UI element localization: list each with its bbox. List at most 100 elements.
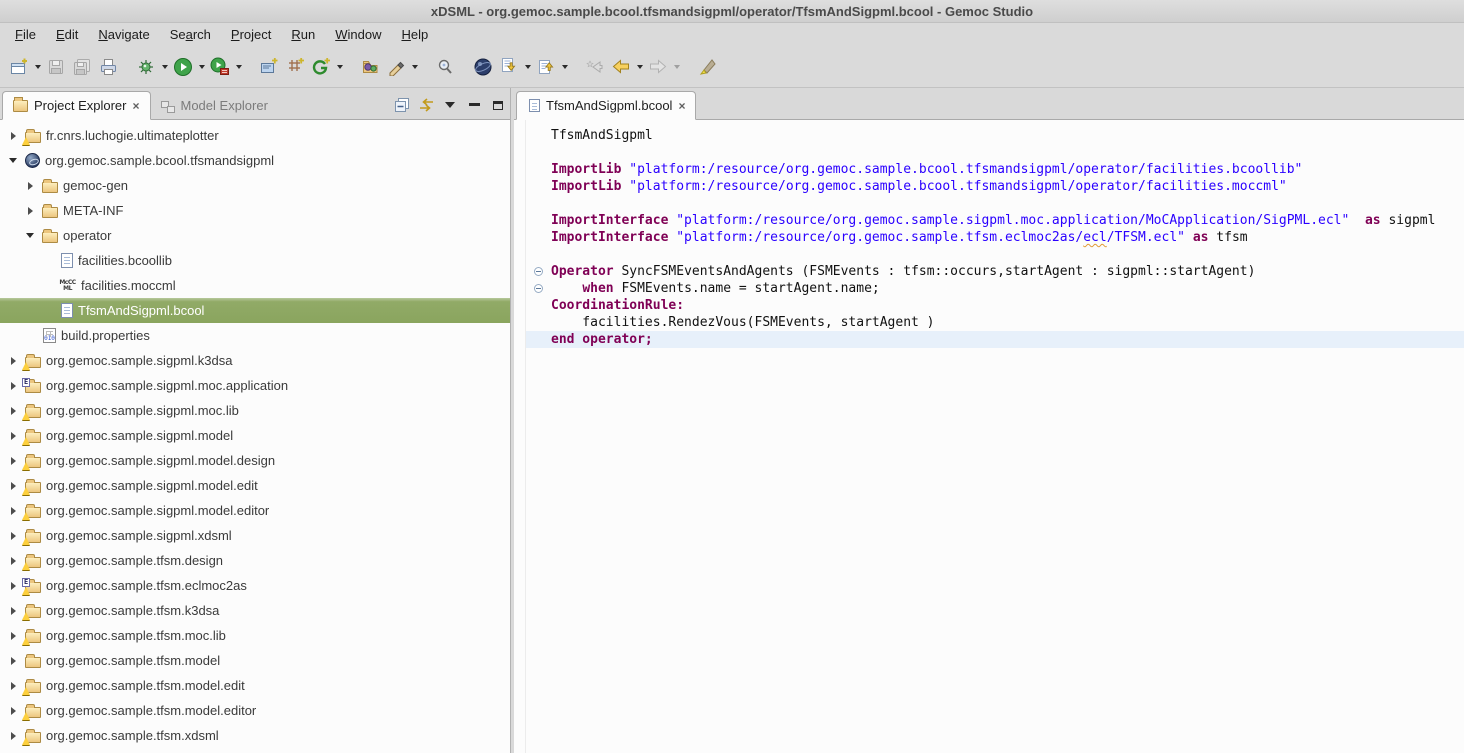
print-button[interactable] — [95, 54, 121, 80]
new-metamodel-grid-button[interactable] — [282, 54, 308, 80]
menu-edit[interactable]: Edit — [47, 25, 87, 44]
minimize-view-button[interactable] — [462, 91, 486, 119]
tree-item[interactable]: org.gemoc.sample.tfsm.moc.lib — [0, 623, 510, 648]
run-button[interactable] — [170, 54, 196, 80]
save-all-button[interactable] — [69, 54, 95, 80]
tree-item[interactable]: org.gemoc.sample.tfsm.model.editor — [0, 698, 510, 723]
fold-collapse-icon[interactable] — [534, 284, 543, 293]
tree-item[interactable]: org.gemoc.sample.sigpml.model.design — [0, 448, 510, 473]
tree-item[interactable]: org.gemoc.sample.sigpml.xdsml — [0, 523, 510, 548]
menu-search[interactable]: Search — [161, 25, 220, 44]
tab-model-explorer[interactable]: Model Explorer — [151, 91, 278, 120]
maximize-view-button[interactable] — [486, 91, 510, 119]
menu-help[interactable]: Help — [392, 25, 437, 44]
forward-button[interactable] — [645, 54, 671, 80]
tree-item[interactable]: org.gemoc.sample.tfsm.xdsml — [0, 723, 510, 748]
save-button[interactable] — [43, 54, 69, 80]
forward-dropdown[interactable] — [671, 54, 682, 80]
expander-collapsed-icon[interactable] — [6, 354, 20, 368]
expander-collapsed-icon[interactable] — [6, 129, 20, 143]
tree-item[interactable]: org.gemoc.sample.sigpml.k3dsa — [0, 348, 510, 373]
next-annotation-button[interactable] — [496, 54, 522, 80]
run-configurations-button[interactable] — [207, 54, 233, 80]
run-dropdown[interactable] — [196, 54, 207, 80]
tree-item[interactable]: org.gemoc.sample.sigpml.model — [0, 423, 510, 448]
previous-annotation-dropdown[interactable] — [559, 54, 570, 80]
menu-project[interactable]: Project — [222, 25, 280, 44]
expander-collapsed-icon[interactable] — [6, 704, 20, 718]
tree-item[interactable]: org.gemoc.sample.sigpml.moc.lib — [0, 398, 510, 423]
expander-collapsed-icon[interactable] — [6, 729, 20, 743]
back-dropdown[interactable] — [634, 54, 645, 80]
expander-collapsed-icon[interactable] — [23, 179, 37, 193]
tree-item[interactable]: build.properties — [0, 323, 510, 348]
back-button[interactable] — [608, 54, 634, 80]
tab-project-explorer[interactable]: Project Explorer × — [2, 91, 151, 120]
expander-collapsed-icon[interactable] — [6, 629, 20, 643]
expander-collapsed-icon[interactable] — [6, 504, 20, 518]
tree-item[interactable]: facilities.bcoollib — [0, 248, 510, 273]
expander-collapsed-icon[interactable] — [6, 404, 20, 418]
tree-item[interactable]: org.gemoc.sample.sigpml.model.edit — [0, 473, 510, 498]
expander-collapsed-icon[interactable] — [6, 429, 20, 443]
menu-window[interactable]: Window — [326, 25, 390, 44]
new-gemoc-language-button[interactable] — [308, 54, 334, 80]
expander-expanded-icon[interactable] — [6, 154, 20, 168]
tree-item[interactable]: org.gemoc.sample.sigpml.moc.application — [0, 373, 510, 398]
tree-item[interactable]: facilities.moccml — [0, 273, 510, 298]
web-browser-button[interactable] — [470, 54, 496, 80]
brush-annotate-button[interactable] — [383, 54, 409, 80]
new-gemoc-language-dropdown[interactable] — [334, 54, 345, 80]
tree-item[interactable]: org.gemoc.sample.tfsm.design — [0, 548, 510, 573]
tree-item[interactable]: org.gemoc.sample.tfsm.k3dsa — [0, 598, 510, 623]
close-tab-icon[interactable]: × — [678, 99, 685, 113]
expander-collapsed-icon[interactable] — [6, 679, 20, 693]
expander-collapsed-icon[interactable] — [6, 529, 20, 543]
view-menu-button[interactable] — [438, 91, 462, 119]
tree-item[interactable]: org.gemoc.sample.tfsm.eclmoc2as — [0, 573, 510, 598]
tree-item[interactable]: META-INF — [0, 198, 510, 223]
mark-occurrences-highlighter-icon — [698, 57, 717, 76]
expander-collapsed-icon[interactable] — [6, 454, 20, 468]
debug-button[interactable] — [133, 54, 159, 80]
next-annotation-dropdown[interactable] — [522, 54, 533, 80]
tree-item[interactable]: fr.cnrs.luchogie.ultimateplotter — [0, 123, 510, 148]
open-resource-button[interactable] — [357, 54, 383, 80]
mark-occurrences-button[interactable] — [694, 54, 720, 80]
menu-run[interactable]: Run — [282, 25, 324, 44]
tree-item-selected[interactable]: TfsmAndSigpml.bcool — [0, 298, 510, 323]
new-xdsml-project-button[interactable] — [256, 54, 282, 80]
link-with-editor-button[interactable] — [414, 91, 438, 119]
tree-item[interactable]: org.gemoc.sample.tfsm.model — [0, 648, 510, 673]
new-wizard-dropdown[interactable] — [32, 54, 43, 80]
collapse-all-button[interactable] — [390, 91, 414, 119]
last-edit-location-button[interactable] — [582, 54, 608, 80]
close-tab-icon[interactable]: × — [132, 99, 139, 113]
menu-navigate[interactable]: Navigate — [89, 25, 158, 44]
tree-item[interactable]: org.gemoc.sample.tfsm.model.edit — [0, 673, 510, 698]
tree-item[interactable]: org.gemoc.sample.sigpml.model.editor — [0, 498, 510, 523]
expander-collapsed-icon[interactable] — [6, 479, 20, 493]
expander-expanded-icon[interactable] — [23, 229, 37, 243]
expander-collapsed-icon[interactable] — [6, 554, 20, 568]
expander-collapsed-icon[interactable] — [6, 379, 20, 393]
new-wizard-button[interactable] — [6, 54, 32, 80]
tab-editor-tfsmandsigpml[interactable]: TfsmAndSigpml.bcool × — [516, 91, 696, 120]
menu-file[interactable]: File — [6, 25, 45, 44]
tree-item[interactable]: operator — [0, 223, 510, 248]
fold-collapse-icon[interactable] — [534, 267, 543, 276]
search-button[interactable] — [432, 54, 458, 80]
project-tree[interactable]: fr.cnrs.luchogie.ultimateplotter org.gem… — [0, 120, 510, 753]
expander-collapsed-icon[interactable] — [6, 579, 20, 593]
expander-collapsed-icon[interactable] — [6, 654, 20, 668]
tree-item[interactable]: gemoc-gen — [0, 173, 510, 198]
run-configurations-dropdown[interactable] — [233, 54, 244, 80]
code-editor[interactable]: TfsmAndSigpml ImportLib "platform:/resou… — [514, 120, 1464, 753]
brush-annotate-dropdown[interactable] — [409, 54, 420, 80]
expander-collapsed-icon[interactable] — [6, 604, 20, 618]
previous-annotation-button[interactable] — [533, 54, 559, 80]
expander-collapsed-icon[interactable] — [23, 204, 37, 218]
tree-item[interactable]: org.gemoc.sample.bcool.tfsmandsigpml — [0, 148, 510, 173]
code-content[interactable]: TfsmAndSigpml ImportLib "platform:/resou… — [526, 120, 1464, 753]
debug-dropdown[interactable] — [159, 54, 170, 80]
